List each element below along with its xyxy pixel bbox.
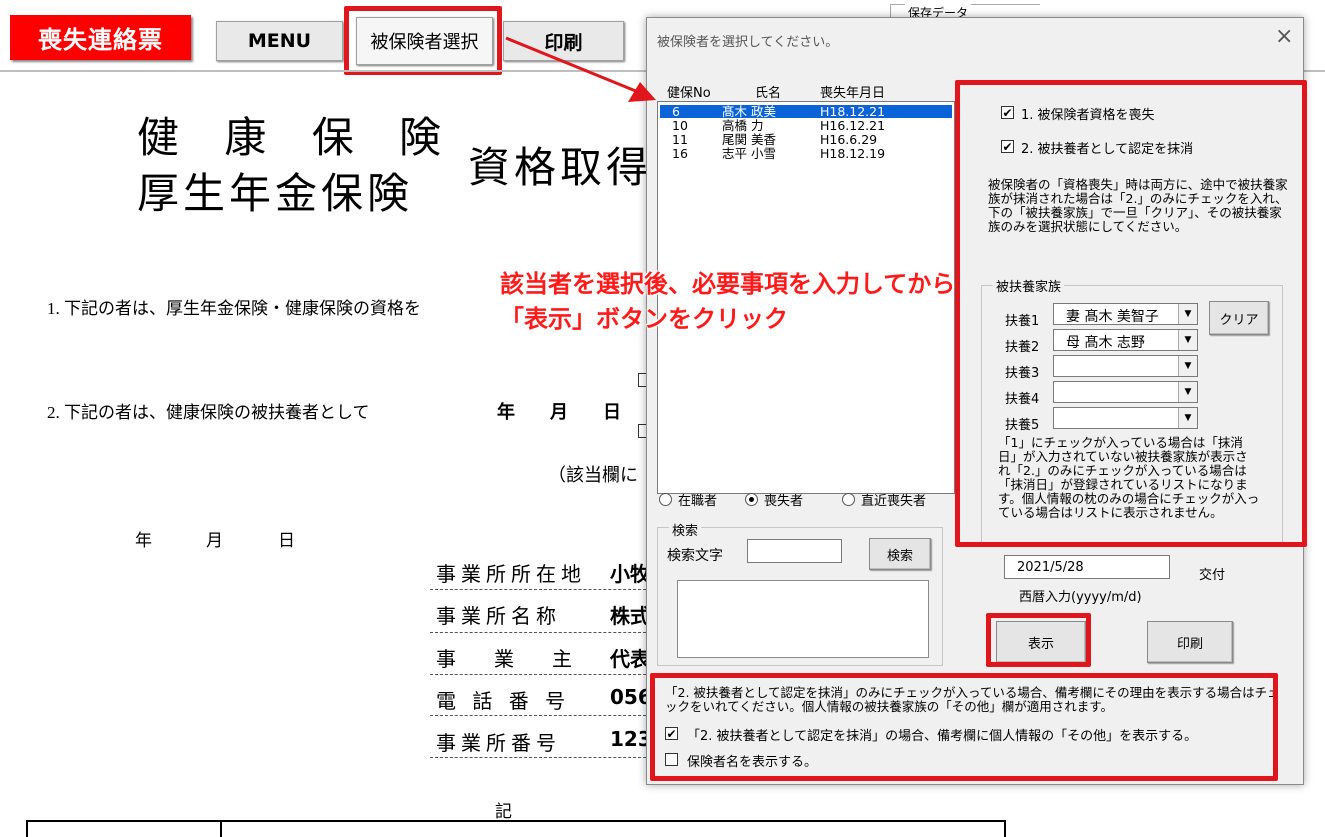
highlight-display-button: [986, 613, 1091, 667]
radio-lost[interactable]: 喪失者: [745, 490, 803, 509]
doc-table-divider: [220, 820, 222, 837]
list-item-date: H16.6.29: [820, 132, 878, 147]
doc-title-pension: 厚生年金保険: [137, 169, 414, 218]
office-number-label: 事業所番号: [436, 731, 561, 755]
search-label: 検索文字: [667, 548, 723, 564]
doc-date-year: 年: [497, 402, 515, 423]
office-owner-value: 代表: [610, 647, 650, 671]
search-group-title: 検索: [669, 520, 702, 539]
list-item-name: 志平 小雪: [722, 146, 776, 161]
office-line-5: [430, 757, 646, 758]
radio-recent-lost-dot: [842, 493, 855, 506]
column-header-name: 氏名: [755, 86, 782, 101]
date-format-hint: 西暦入力(yyyy/m/d): [1019, 590, 1142, 605]
office-name-value: 株式: [610, 604, 650, 628]
issue-date-input[interactable]: 2021/5/28: [1004, 555, 1170, 579]
list-item-name: 髙木 政美: [722, 104, 776, 119]
list-item-name: 高橋 力: [722, 118, 764, 133]
office-line-1: [430, 589, 646, 590]
office-line-4: [430, 715, 646, 716]
list-item-date: H18.12.19: [820, 146, 886, 161]
doc-applicable-note: （該当欄に: [548, 465, 638, 485]
search-results-box[interactable]: [677, 580, 929, 658]
annotation-line1: 該当者を選択後、必要事項を入力してから: [500, 270, 956, 298]
doc-sign-year: 年: [135, 531, 152, 551]
office-name-label: 事業所名称: [436, 604, 561, 628]
doc-sign-month: 月: [206, 531, 223, 551]
office-address-value: 小牧: [610, 562, 650, 586]
doc-item2: 2. 下記の者は、健康保険の被扶養者として: [47, 403, 370, 422]
doc-date-month: 月: [550, 402, 568, 423]
doc-date-day: 日: [603, 402, 621, 423]
list-item-date: H18.12.21: [820, 104, 886, 119]
radio-employed[interactable]: 在職者: [659, 490, 717, 509]
close-icon[interactable]: ×: [1275, 24, 1293, 49]
list-item-no: 6: [672, 104, 680, 119]
annotation-line2: 「表示」ボタンをクリック: [500, 305, 788, 333]
list-item-date: H16.12.21: [820, 118, 886, 133]
issue-label: 交付: [1199, 568, 1226, 583]
office-owner-label: 事 業 主: [436, 647, 581, 671]
list-item-no: 11: [672, 132, 688, 147]
list-item[interactable]: 10 高橋 力 H16.12.21: [660, 119, 952, 132]
column-header-date: 喪失年月日: [820, 86, 886, 101]
list-item-no: 10: [672, 118, 688, 133]
search-input[interactable]: [747, 539, 842, 563]
search-button[interactable]: 検索: [869, 538, 931, 570]
doc-table-top: [26, 820, 1006, 837]
doc-item1: 1. 下記の者は、厚生年金保険・健康保険の資格を: [47, 299, 421, 318]
menu-button[interactable]: MENU: [216, 21, 343, 61]
app-title-badge: 喪失連絡票: [10, 15, 191, 60]
dialog-title: 被保険者を選択してください。: [657, 35, 839, 50]
highlight-bottom-options: [650, 673, 1278, 781]
arrow-icon: [505, 36, 656, 102]
radio-employed-dot: [659, 493, 672, 506]
radio-lost-dot: [745, 493, 758, 506]
radio-employed-label: 在職者: [678, 494, 718, 509]
list-item[interactable]: 6 髙木 政美 H18.12.21: [660, 105, 952, 118]
doc-ki: 記: [495, 802, 512, 822]
office-phone-label: 電 話 番 号: [436, 689, 571, 713]
radio-recent-lost[interactable]: 直近喪失者: [842, 490, 926, 509]
doc-sign-day: 日: [278, 531, 295, 551]
office-line-2: [430, 632, 646, 633]
radio-recent-lost-label: 直近喪失者: [861, 494, 927, 509]
list-item[interactable]: 16 志平 小雪 H18.12.19: [660, 147, 952, 160]
office-line-3: [430, 674, 646, 675]
radio-lost-label: 喪失者: [764, 494, 804, 509]
column-header-no: 健保No: [667, 86, 711, 101]
office-address-label: 事業所所在地: [436, 562, 586, 586]
list-item-name: 尾関 美香: [722, 132, 776, 147]
list-item-no: 16: [672, 146, 688, 161]
highlight-select-insured: [344, 6, 502, 75]
highlight-options-panel: [955, 80, 1307, 547]
doc-title-right: 資格取得: [468, 143, 653, 192]
doc-title-health: 健 康 保 険: [137, 113, 458, 162]
list-item[interactable]: 11 尾関 美香 H16.6.29: [660, 133, 952, 146]
dialog-print-button[interactable]: 印刷: [1147, 621, 1233, 663]
